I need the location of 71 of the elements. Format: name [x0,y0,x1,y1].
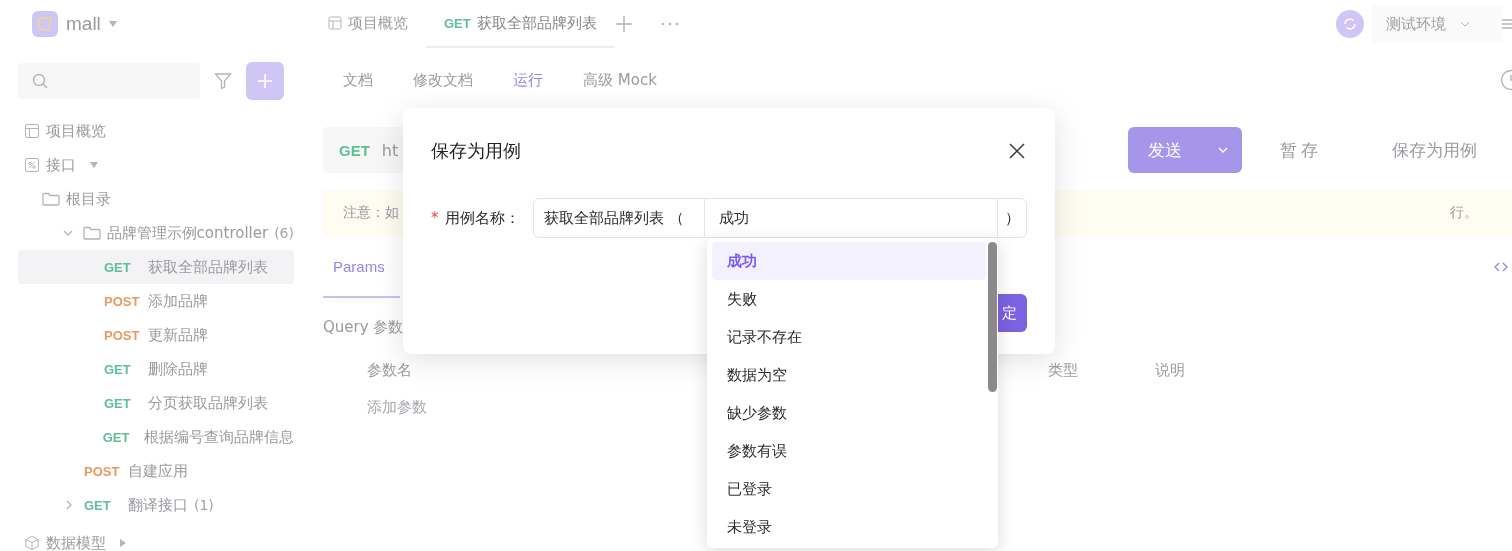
dialog-title: 保存为用例 [431,139,521,163]
sidebar-item[interactable]: POST 添加品牌 [18,284,294,318]
params-tab[interactable]: Params [323,236,400,298]
sidebar-item[interactable]: POST 更新品牌 [18,318,294,352]
layout-icon [24,123,40,139]
sidebar-section[interactable]: 数据模型 [18,526,294,551]
chevron-down-icon [1460,21,1470,27]
dropdown-option[interactable]: 失败 [712,280,986,318]
case-name-input[interactable]: 成功 [705,198,997,238]
notice-text: 行。 [1450,204,1478,222]
sidebar-item[interactable]: GET 获取全部品牌列表 [18,250,294,284]
cube-icon [24,535,40,551]
name-prefix: 获取全部品牌列表 （ [533,198,705,238]
sidebar-section[interactable]: 接口 [18,148,294,182]
field-label: 用例名称： [444,208,520,228]
layout-icon [328,16,342,30]
add-param-link[interactable]: 添加参数 [367,398,437,417]
column-header: 参数名 [367,361,412,380]
sidebar-item[interactable]: GET 翻译接口 (1) [18,488,294,522]
view-tab[interactable]: 运行 [493,70,563,90]
chevron-down-icon [1218,147,1228,153]
view-tab[interactable]: 文档 [323,70,393,90]
search-icon [32,73,48,89]
sidebar-item[interactable]: 品牌管理示例controller (6) [18,216,294,250]
dropdown-option[interactable]: 参数有误 [712,432,986,470]
notice-text: 注意：如 [343,204,399,222]
column-header: 说明 [1155,361,1185,380]
filter-icon[interactable] [214,72,232,90]
dropdown-option[interactable]: 记录不存在 [712,318,986,356]
logo-icon [32,11,58,37]
scrollbar-thumb[interactable] [988,242,997,392]
folder-icon [42,191,60,207]
plus-icon [257,73,273,89]
section-title: Query 参数 [323,318,403,337]
environment-select[interactable]: 测试环境 [1372,6,1502,42]
dropdown-option[interactable]: 未登录 [712,508,986,546]
dropdown-option[interactable]: 缺少参数 [712,394,986,432]
column-header: 类型 [1048,361,1078,380]
caret-icon [90,162,98,168]
name-suffix: ） [997,198,1027,238]
clock-icon[interactable] [1500,69,1512,91]
sidebar-item[interactable]: GET 删除品牌 [18,352,294,386]
url-field[interactable]: GET ht [323,127,403,173]
sync-icon[interactable] [1336,10,1364,38]
dropdown-option[interactable]: 已登录 [712,470,986,508]
more-icon[interactable] [660,22,679,26]
folder-icon [82,225,101,241]
code-icon[interactable] [1494,261,1508,273]
sidebar-item[interactable]: 项目概览 [18,114,294,148]
view-tab[interactable]: 修改文档 [393,70,493,90]
menu-icon[interactable] [1502,18,1512,30]
chevron-right-icon [64,500,74,510]
dropdown-option[interactable]: 数据为空 [712,356,986,394]
sidebar-item[interactable]: 根目录 [18,182,294,216]
caret-right-icon [120,539,126,547]
required-mark: * [431,209,439,227]
sidebar-item[interactable]: GET 根据编号查询品牌信息 [18,420,294,454]
api-icon [24,157,40,173]
close-button[interactable] [1007,141,1027,161]
editor-tab[interactable]: 项目概览 [310,0,426,48]
dropdown-option[interactable]: 成功 [712,242,986,280]
send-button[interactable]: 发送 [1128,127,1242,173]
caret-icon [108,21,117,27]
plus-icon[interactable] [614,15,633,33]
sidebar-item[interactable]: GET 分页获取品牌列表 [18,386,294,420]
add-button[interactable] [246,62,284,100]
search-field[interactable] [18,63,200,99]
view-tab[interactable]: 高级 Mock [563,70,677,90]
project-name[interactable]: mall [66,13,101,35]
chevron-down-icon [63,228,74,238]
sidebar-item[interactable]: POST 自建应用 [18,454,294,488]
